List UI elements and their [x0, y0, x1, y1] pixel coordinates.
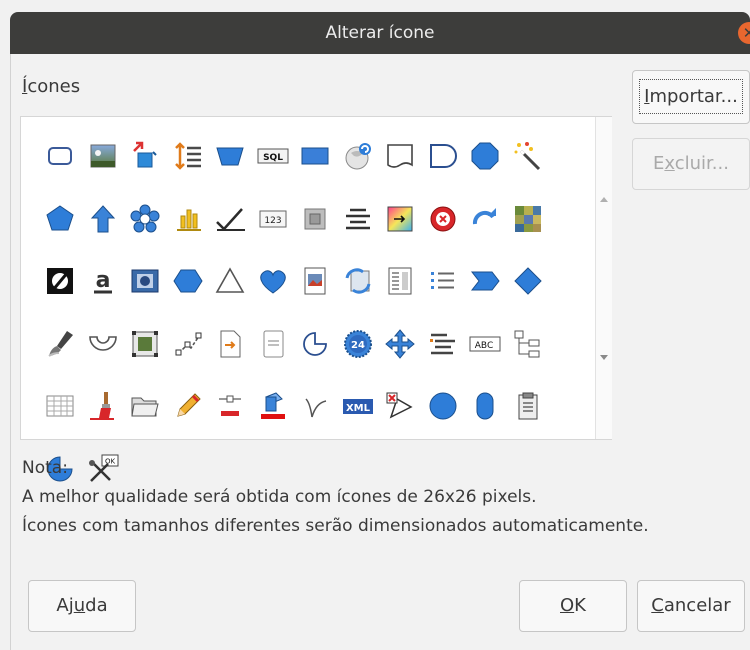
rectangle-icon[interactable] [39, 125, 82, 188]
flowchart-delay-icon[interactable] [422, 125, 465, 188]
svg-text:a: a [95, 268, 110, 293]
help-button-label: Ajuda [56, 595, 108, 616]
close-circle-icon[interactable] [422, 188, 465, 251]
ok-button-label: OK [560, 595, 586, 616]
circle-icon[interactable] [422, 375, 465, 438]
tree-view-icon[interactable] [507, 313, 550, 376]
bullet-list-icon[interactable] [422, 250, 465, 313]
brush-stroke-icon[interactable] [39, 313, 82, 376]
svg-text:SQL: SQL [263, 153, 283, 163]
help-button[interactable]: Ajuda [28, 580, 136, 632]
refresh-globe-icon[interactable] [337, 125, 380, 188]
pentagon-icon[interactable] [39, 188, 82, 251]
cancel-button-label: Cancelar [651, 595, 731, 616]
document-image-icon[interactable] [294, 250, 337, 313]
insert-page-icon[interactable] [209, 313, 252, 376]
title-bar: Alterar ícone ✕ [10, 12, 750, 54]
svg-text:XML: XML [346, 403, 371, 414]
image-frame-icon[interactable] [124, 250, 167, 313]
arrow-up-icon[interactable] [82, 188, 125, 251]
chart-bars-icon[interactable] [167, 188, 210, 251]
triangle-icon[interactable] [209, 250, 252, 313]
blank-page-icon[interactable] [252, 313, 295, 376]
number-field-icon[interactable]: 123 [252, 188, 295, 251]
line-spacing-icon[interactable] [167, 125, 210, 188]
scrollbar[interactable] [595, 117, 612, 439]
flowchart-document-icon[interactable] [379, 125, 422, 188]
color-gradient-icon[interactable] [379, 188, 422, 251]
table-grid-icon[interactable] [39, 375, 82, 438]
flowchart-terminator-icon[interactable] [464, 375, 507, 438]
note-text: Nota: A melhor qualidade será obtida com… [22, 454, 649, 541]
mosaic-icon[interactable] [507, 188, 550, 251]
note-line-1: A melhor qualidade será obtida com ícone… [22, 487, 537, 507]
import-button-label: Importar... [639, 79, 743, 114]
image-size-icon[interactable] [124, 313, 167, 376]
import-button[interactable]: Importar... [632, 70, 750, 124]
block-arc-icon[interactable] [82, 313, 125, 376]
no-fill-icon[interactable] [39, 250, 82, 313]
close-icon: ✕ [742, 24, 750, 42]
pencil-icon[interactable] [167, 375, 210, 438]
font-color-icon[interactable]: a [82, 250, 125, 313]
flat-rectangle-icon[interactable] [294, 125, 337, 188]
text-field-icon[interactable]: ABC [464, 313, 507, 376]
chevron-shape-icon[interactable] [464, 250, 507, 313]
crop-shape-icon[interactable] [379, 375, 422, 438]
fill-color-icon[interactable] [252, 375, 295, 438]
align-lines-icon[interactable] [337, 188, 380, 251]
heart-icon[interactable] [252, 250, 295, 313]
resize-arrows-icon[interactable] [124, 125, 167, 188]
dialog-title: Alterar ícone [325, 23, 435, 43]
badge-24-icon[interactable]: 24 [337, 313, 380, 376]
ok-button[interactable]: OK [519, 580, 627, 632]
image-icon[interactable] [82, 125, 125, 188]
octagon-icon[interactable] [464, 125, 507, 188]
svg-text:123: 123 [264, 216, 281, 226]
icon-grid: SQL 123 a 24 ABC XML OK [39, 125, 549, 500]
line-color-icon[interactable] [209, 375, 252, 438]
sql-icon[interactable]: SQL [252, 125, 295, 188]
note-line-2: Ícones com tamanhos diferentes serão dim… [22, 516, 649, 536]
svg-text:24: 24 [351, 340, 365, 351]
move-arrows-icon[interactable] [379, 313, 422, 376]
checkmark-icon[interactable] [209, 188, 252, 251]
flower-icon[interactable] [124, 188, 167, 251]
xml-icon[interactable]: XML [337, 375, 380, 438]
paste-document-icon[interactable] [507, 375, 550, 438]
scroll-down-icon[interactable] [600, 355, 608, 360]
svg-text:ABC: ABC [475, 341, 493, 351]
trapezoid-icon[interactable] [209, 125, 252, 188]
icon-list[interactable]: SQL 123 a 24 ABC XML OK [20, 116, 612, 482]
magic-wand-icon[interactable] [507, 125, 550, 188]
scroll-up-icon[interactable] [600, 197, 608, 202]
redo-arrow-icon[interactable] [464, 188, 507, 251]
hexagon-icon[interactable] [167, 250, 210, 313]
icons-label: Ícones [22, 76, 81, 97]
note-heading: Nota: [22, 458, 68, 478]
arc-icon[interactable] [294, 313, 337, 376]
outline-list-icon[interactable] [422, 313, 465, 376]
sync-arrows-icon[interactable] [337, 250, 380, 313]
curve-icon[interactable] [294, 375, 337, 438]
connector-points-icon[interactable] [167, 313, 210, 376]
delete-button[interactable]: Excluir... [632, 138, 750, 190]
open-folder-icon[interactable] [124, 375, 167, 438]
square-frame-icon[interactable] [294, 188, 337, 251]
cancel-button[interactable]: Cancelar [637, 580, 745, 632]
delete-button-label: Excluir... [653, 153, 729, 174]
text-columns-icon[interactable] [379, 250, 422, 313]
diamond-icon[interactable] [507, 250, 550, 313]
paint-brush-icon[interactable] [82, 375, 125, 438]
